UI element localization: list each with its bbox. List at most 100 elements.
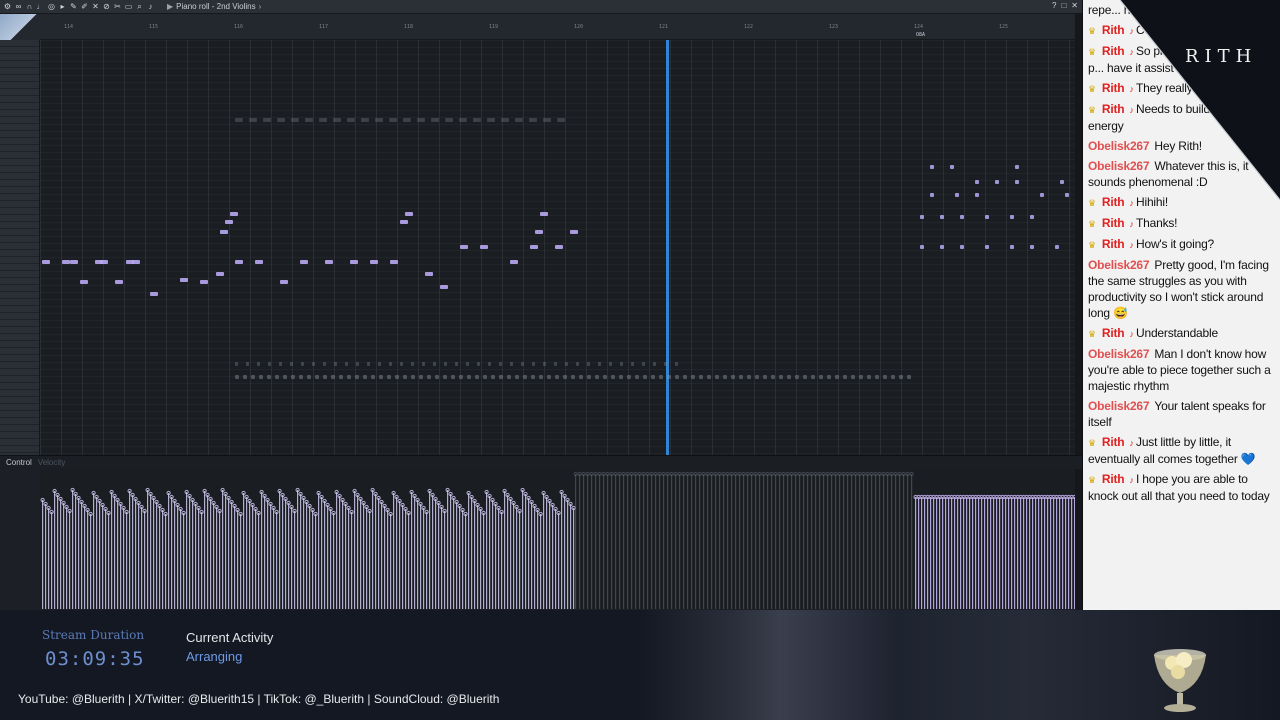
- velocity-bar[interactable]: [369, 511, 371, 609]
- note[interactable]: [235, 375, 239, 379]
- notes-layer[interactable]: [40, 40, 1075, 455]
- velocity-bar[interactable]: [755, 474, 757, 609]
- velocity-bar[interactable]: [294, 511, 296, 609]
- note[interactable]: [543, 118, 551, 122]
- note[interactable]: [361, 118, 369, 122]
- velocity-bar[interactable]: [225, 494, 227, 609]
- note[interactable]: [843, 375, 847, 379]
- velocity-bar[interactable]: [954, 497, 956, 609]
- ruler-bar-number[interactable]: 120: [574, 24, 583, 30]
- ruler-bar-number[interactable]: 123: [829, 24, 838, 30]
- velocity-bar[interactable]: [695, 474, 697, 609]
- velocity-bar[interactable]: [799, 474, 801, 609]
- velocity-bar[interactable]: [933, 497, 935, 609]
- velocity-bar[interactable]: [156, 502, 158, 609]
- note[interactable]: [433, 362, 436, 366]
- ruler-corner[interactable]: [0, 14, 40, 40]
- velocity-bar[interactable]: [887, 474, 889, 609]
- velocity-bar[interactable]: [875, 474, 877, 609]
- velocity-bar[interactable]: [1071, 497, 1073, 609]
- velocity-bar[interactable]: [441, 507, 443, 609]
- velocity-bar[interactable]: [1050, 497, 1052, 609]
- note[interactable]: [779, 375, 783, 379]
- note[interactable]: [356, 362, 359, 366]
- velocity-bar[interactable]: [162, 510, 164, 609]
- note[interactable]: [390, 260, 398, 264]
- close-button[interactable]: ✕: [1071, 1, 1078, 10]
- velocity-bar[interactable]: [492, 500, 494, 609]
- velocity-bar[interactable]: [72, 490, 74, 609]
- velocity-bar[interactable]: [48, 508, 50, 609]
- piano-keyboard[interactable]: [0, 40, 40, 455]
- note[interactable]: [339, 375, 343, 379]
- mute-icon[interactable]: ⊘: [102, 2, 111, 11]
- control-label[interactable]: Control: [6, 458, 32, 467]
- note[interactable]: [334, 362, 337, 366]
- velocity-bar[interactable]: [1038, 497, 1040, 609]
- velocity-bar[interactable]: [495, 504, 497, 609]
- velocity-bar[interactable]: [942, 497, 944, 609]
- note[interactable]: [540, 212, 548, 216]
- velocity-bar[interactable]: [899, 474, 901, 609]
- note[interactable]: [907, 375, 911, 379]
- velocity-bar[interactable]: [667, 474, 669, 609]
- velocity-bar[interactable]: [1032, 497, 1034, 609]
- note[interactable]: [395, 375, 399, 379]
- note[interactable]: [243, 375, 247, 379]
- note[interactable]: [363, 375, 367, 379]
- note[interactable]: [305, 118, 313, 122]
- velocity-bar[interactable]: [643, 474, 645, 609]
- velocity-bar[interactable]: [288, 503, 290, 609]
- velocity-bar[interactable]: [75, 494, 77, 609]
- note[interactable]: [940, 215, 944, 219]
- note[interactable]: [347, 118, 355, 122]
- note[interactable]: [787, 375, 791, 379]
- velocity-bar[interactable]: [879, 474, 881, 609]
- speaker-icon[interactable]: ♪: [146, 2, 155, 11]
- velocity-bar[interactable]: [549, 501, 551, 609]
- note[interactable]: [603, 375, 607, 379]
- velocity-bar[interactable]: [507, 495, 509, 609]
- chat-username[interactable]: Rith: [1102, 216, 1125, 230]
- velocity-bar[interactable]: [978, 497, 980, 609]
- note[interactable]: [587, 375, 591, 379]
- velocity-bar[interactable]: [501, 512, 503, 609]
- velocity-bar[interactable]: [450, 494, 452, 609]
- note[interactable]: [355, 375, 359, 379]
- zoom-icon[interactable]: ⌕: [135, 2, 144, 11]
- velocity-bar[interactable]: [54, 491, 56, 609]
- velocity-bar[interactable]: [171, 497, 173, 609]
- velocity-bar[interactable]: [907, 474, 909, 609]
- velocity-bar[interactable]: [459, 506, 461, 609]
- velocity-bar[interactable]: [855, 474, 857, 609]
- chat-username[interactable]: Rith: [1102, 237, 1125, 251]
- velocity-bar[interactable]: [863, 474, 865, 609]
- velocity-bar[interactable]: [60, 499, 62, 609]
- velocity-bar[interactable]: [42, 500, 44, 609]
- note[interactable]: [403, 118, 411, 122]
- note[interactable]: [529, 118, 537, 122]
- note[interactable]: [1015, 180, 1019, 184]
- chat-username[interactable]: Obelisk267: [1088, 347, 1150, 361]
- velocity-bar[interactable]: [444, 511, 446, 609]
- velocity-bar[interactable]: [153, 498, 155, 609]
- velocity-bar[interactable]: [707, 474, 709, 609]
- velocity-bar[interactable]: [595, 474, 597, 609]
- velocity-bar[interactable]: [255, 509, 257, 609]
- velocity-bar[interactable]: [387, 510, 389, 609]
- note[interactable]: [675, 362, 678, 366]
- note[interactable]: [323, 362, 326, 366]
- note[interactable]: [80, 280, 88, 284]
- velocity-bar[interactable]: [891, 474, 893, 609]
- note[interactable]: [620, 362, 623, 366]
- velocity-bar[interactable]: [1020, 497, 1022, 609]
- velocity-bar[interactable]: [1068, 497, 1070, 609]
- velocity-bar[interactable]: [354, 491, 356, 609]
- velocity-bar[interactable]: [1056, 497, 1058, 609]
- note[interactable]: [609, 362, 612, 366]
- note[interactable]: [557, 118, 565, 122]
- velocity-bar[interactable]: [435, 499, 437, 609]
- note[interactable]: [312, 362, 315, 366]
- velocity-bar[interactable]: [66, 507, 68, 609]
- velocity-bar[interactable]: [927, 497, 929, 609]
